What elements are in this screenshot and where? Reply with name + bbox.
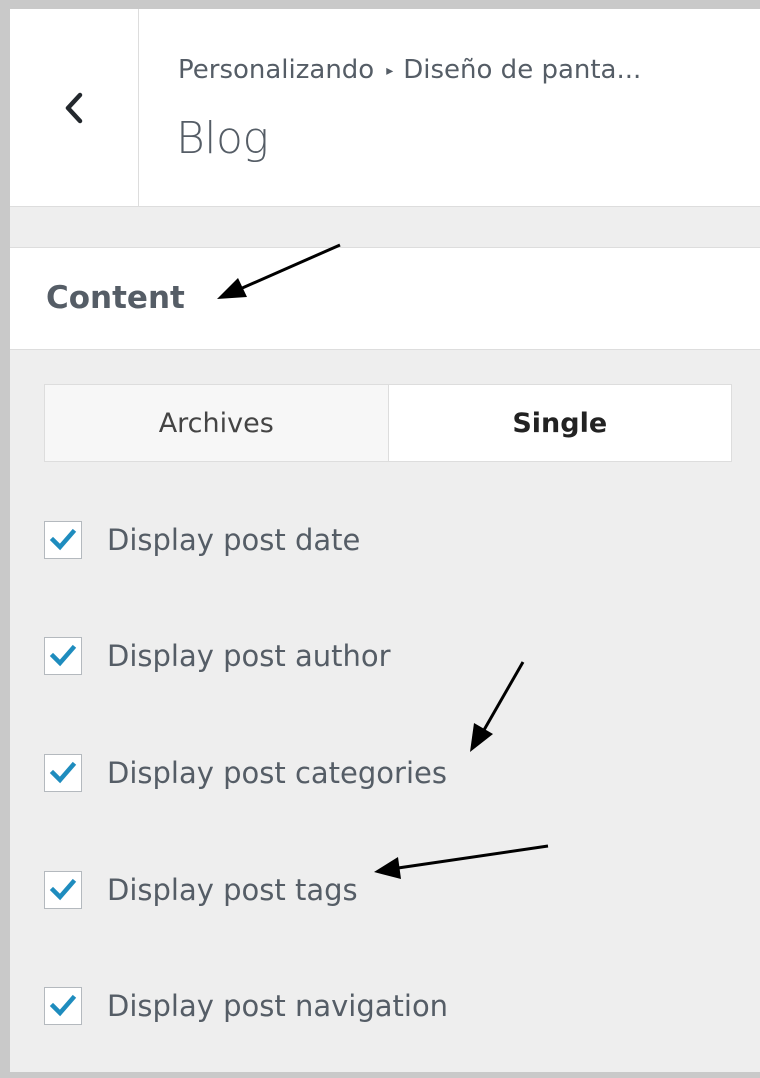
checkmark-icon bbox=[49, 761, 77, 784]
content-section-header: Content bbox=[10, 247, 760, 350]
breadcrumb-current: Diseño de panta... bbox=[403, 55, 642, 85]
checkmark-icon bbox=[49, 994, 77, 1017]
option-label: Display post date bbox=[107, 523, 361, 557]
checkmark-icon bbox=[49, 878, 77, 901]
section-title: Content bbox=[46, 280, 185, 316]
checkbox-post-categories[interactable] bbox=[44, 754, 82, 792]
tab-archives[interactable]: Archives bbox=[45, 385, 389, 461]
chevron-left-icon bbox=[61, 91, 87, 125]
option-display-post-date[interactable]: Display post date bbox=[44, 521, 360, 559]
back-button[interactable] bbox=[10, 9, 139, 206]
view-tabs: Archives Single bbox=[44, 384, 732, 462]
checkmark-icon bbox=[49, 644, 77, 667]
customizer-panel: Personalizando ▸ Diseño de panta... Blog C… bbox=[10, 9, 760, 1072]
checkbox-post-navigation[interactable] bbox=[44, 987, 82, 1025]
page-title: Blog bbox=[176, 113, 269, 164]
checkbox-post-date[interactable] bbox=[44, 521, 82, 559]
panel-header: Personalizando ▸ Diseño de panta... Blog bbox=[10, 9, 760, 207]
tab-single[interactable]: Single bbox=[388, 385, 731, 461]
option-display-post-tags[interactable]: Display post tags bbox=[44, 871, 358, 909]
breadcrumb-parent: Personalizando bbox=[178, 55, 375, 85]
breadcrumb-separator-icon: ▸ bbox=[386, 63, 394, 79]
option-display-post-categories[interactable]: Display post categories bbox=[44, 754, 447, 792]
option-label: Display post tags bbox=[107, 873, 358, 907]
breadcrumb: Personalizando ▸ Diseño de panta... bbox=[178, 55, 641, 85]
checkmark-icon bbox=[49, 528, 77, 551]
option-display-post-navigation[interactable]: Display post navigation bbox=[44, 987, 448, 1025]
option-label: Display post categories bbox=[107, 756, 447, 790]
checkbox-post-author[interactable] bbox=[44, 637, 82, 675]
option-label: Display post author bbox=[107, 639, 391, 673]
option-label: Display post navigation bbox=[107, 989, 449, 1023]
option-display-post-author[interactable]: Display post author bbox=[44, 637, 391, 675]
checkbox-post-tags[interactable] bbox=[44, 871, 82, 909]
